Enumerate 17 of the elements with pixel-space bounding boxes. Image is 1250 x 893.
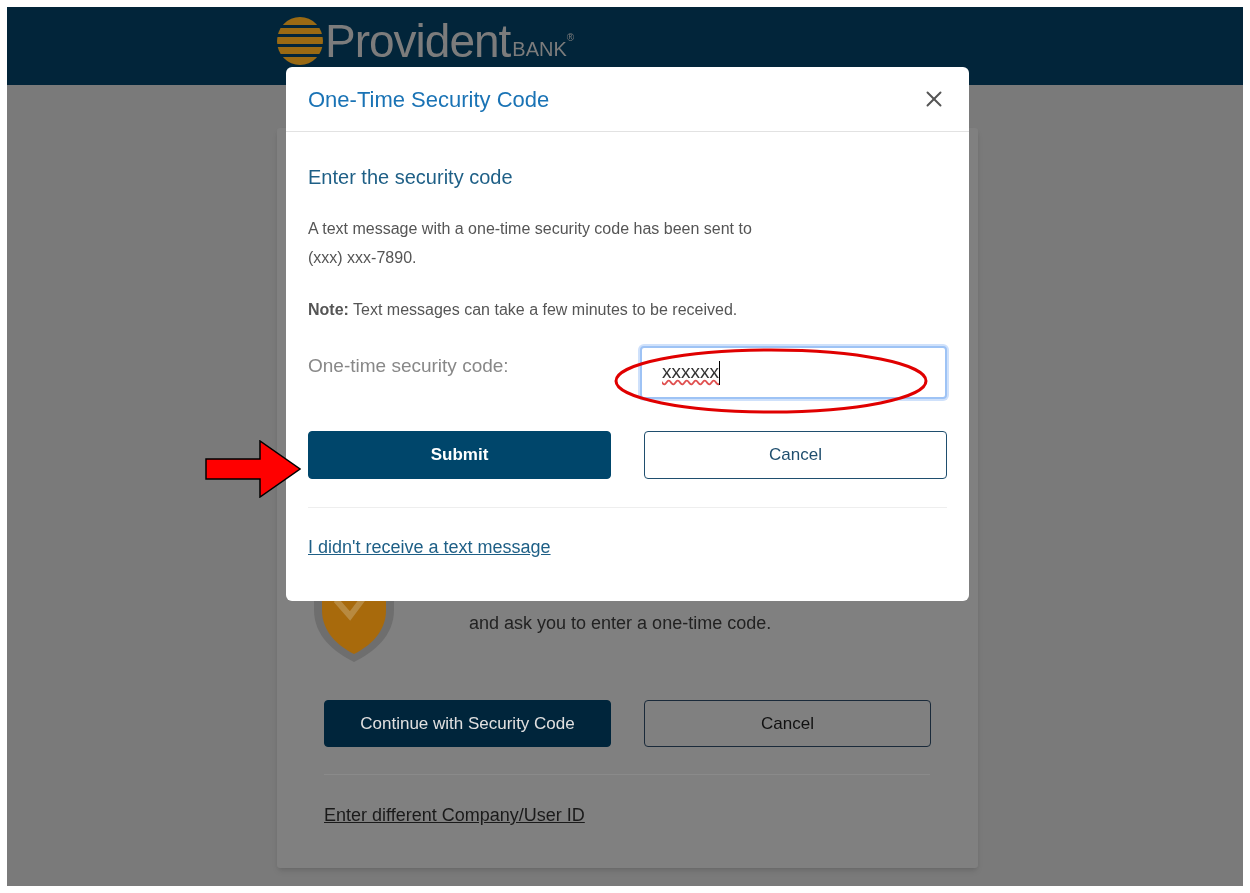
registered-mark: ® (566, 33, 575, 43)
dialog-title: One-Time Security Code (308, 85, 550, 114)
logo-bank-text: BANK (512, 39, 567, 59)
note-text: Note: Text messages can take a few minutes to be received. (308, 300, 739, 320)
message-text: A text message with a one-time security code has been sent to (xxx) xxx-7890. (308, 219, 753, 268)
no-text-link[interactable]: I didn't receive a text message (308, 534, 551, 561)
primary-button[interactable]: Submit (308, 431, 611, 479)
different-user-link[interactable]: Enter different Company/User ID (324, 802, 585, 829)
primary-button[interactable]: Continue with Security Code (324, 700, 611, 747)
cancel-button[interactable]: Cancel (644, 431, 947, 479)
logo-icon (277, 17, 323, 65)
cancel-button[interactable]: Cancel (644, 700, 931, 747)
field-label: One-time security code: (308, 354, 509, 378)
security-code-field[interactable]: xxxxxx (640, 346, 947, 399)
logo-wordmark: Provident (325, 17, 511, 65)
card-text: and ask you to enter a one-time code. (469, 612, 772, 635)
dialog-heading: Enter the security code (308, 165, 514, 190)
